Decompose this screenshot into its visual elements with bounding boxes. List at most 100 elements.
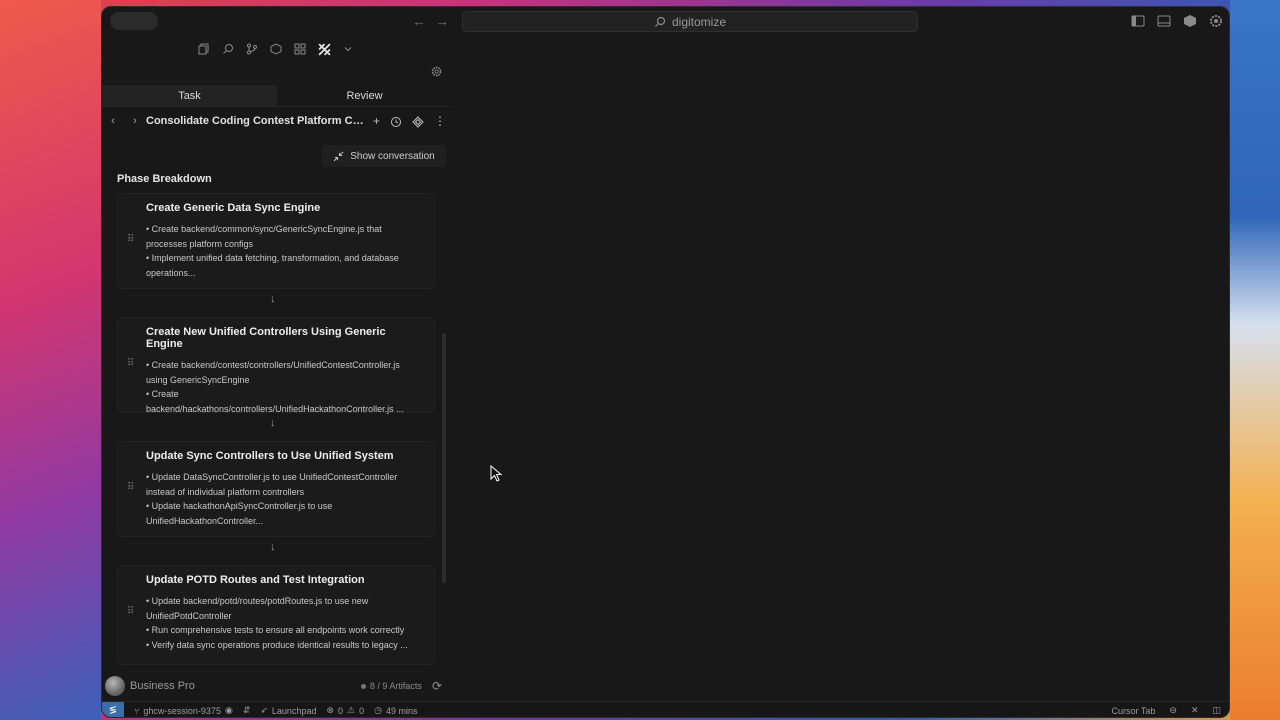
tab-review[interactable]: Review <box>277 85 452 106</box>
warning-count: 0 <box>359 705 365 716</box>
panel-footer: Business Pro 8 / 9 Artifacts ⟳ <box>102 675 452 697</box>
down-arrow-icon: ↓ <box>270 417 276 429</box>
phase-title: Update POTD Routes and Test Integration <box>146 574 365 586</box>
toggle-panel-icon[interactable] <box>1156 13 1172 29</box>
phase-line: UnifiedPotdController <box>146 610 232 621</box>
drag-handle-icon[interactable]: ⠿ <box>127 606 134 617</box>
task-header-tools: + ⋮ <box>373 114 452 128</box>
phase-line: operations... <box>146 267 196 278</box>
phase-title: Create New Unified Controllers Using Gen… <box>146 326 386 350</box>
phase-line: UnifiedHackathonController... <box>146 515 264 526</box>
back-arrow-icon[interactable]: ← <box>410 12 428 30</box>
fingerprint-icon[interactable] <box>412 116 424 128</box>
search-icon[interactable] <box>220 41 236 57</box>
show-conversation-label: Show conversation <box>350 150 435 162</box>
history-icon[interactable] <box>390 116 402 128</box>
sync-icon[interactable]: ⇵ <box>243 705 251 716</box>
title-bar: ← → digitomize <box>102 7 1229 35</box>
agent-logo-icon[interactable] <box>316 41 332 57</box>
agent-panel: Task Review ‹ › Consolidate Coding Conte… <box>102 35 453 669</box>
launchpad-label: Launchpad <box>271 705 317 716</box>
drag-handle-icon[interactable]: ⠿ <box>127 234 134 245</box>
phase-line: • Create <box>146 389 179 399</box>
chevron-down-icon[interactable] <box>340 41 356 57</box>
phase-card[interactable]: ⠿ Update Sync Controllers to Use Unified… <box>117 441 435 537</box>
rocket-icon: ➶ <box>260 705 268 715</box>
phase-line: • Create backend/common/sync/GenericSync… <box>146 224 382 234</box>
task-title: Consolidate Coding Contest Platform Cont… <box>146 115 373 127</box>
desktop-wallpaper-right <box>1230 0 1280 720</box>
source-control-icon[interactable] <box>244 41 260 57</box>
panel-settings-icon[interactable] <box>430 65 443 83</box>
phase-line: • Run comprehensive tests to ensure all … <box>146 625 405 635</box>
extensions-icon[interactable] <box>268 41 284 57</box>
error-count: 0 <box>338 705 344 716</box>
command-search-box[interactable]: digitomize <box>462 11 918 32</box>
zoom-icon[interactable]: ⊖ <box>1169 705 1177 716</box>
branch-icon: ⑂ <box>134 705 140 716</box>
agent-status-icon[interactable]: ✕ <box>1191 705 1199 716</box>
collapse-arrows-icon <box>333 151 344 161</box>
error-icon: ⊗ <box>326 705 334 715</box>
problems-indicator[interactable]: ⊗ 0 ⚠ 0 <box>326 705 364 716</box>
phase-line: • Update backend/potd/routes/potdRoutes.… <box>146 596 369 606</box>
launchpad-button[interactable]: ➶ Launchpad <box>260 705 316 716</box>
layout-controls <box>1130 13 1224 29</box>
search-icon <box>655 16 666 27</box>
notifications-icon[interactable]: ◫ <box>1212 705 1221 716</box>
phase-breakdown-heading: Phase Breakdown <box>117 173 212 185</box>
artifacts-counter[interactable]: 8 / 9 Artifacts <box>360 681 422 691</box>
status-dot-icon <box>360 683 366 689</box>
phase-line: instead of individual platform controlle… <box>146 486 305 497</box>
refresh-icon[interactable]: ⟳ <box>432 679 442 693</box>
eye-icon[interactable]: ◉ <box>225 705 233 716</box>
drag-handle-icon[interactable]: ⠿ <box>127 358 134 369</box>
desktop-wallpaper-left <box>0 0 101 720</box>
warning-icon: ⚠ <box>347 705 356 715</box>
time-tracker[interactable]: ◷ 49 mins <box>374 705 417 716</box>
cursor-tab-label[interactable]: Cursor Tab <box>1112 706 1156 716</box>
phase-line: • Verify data sync operations produce id… <box>146 639 408 650</box>
mouse-cursor-icon <box>490 465 503 482</box>
phase-line: • Update DataSyncController.js to use Un… <box>146 472 398 482</box>
phase-card[interactable]: ⠿ Create Generic Data Sync Engine • Crea… <box>117 193 435 289</box>
phase-line: backend/hackathons/controllers/UnifiedHa… <box>146 403 404 414</box>
window-controls[interactable] <box>110 12 158 30</box>
next-task-chevron-icon[interactable]: › <box>124 115 146 127</box>
grid-icon[interactable] <box>292 41 308 57</box>
cube-icon[interactable] <box>1182 13 1198 29</box>
avatar[interactable] <box>105 676 125 696</box>
more-options-icon[interactable]: ⋮ <box>434 114 446 128</box>
phase-title: Create Generic Data Sync Engine <box>146 202 321 214</box>
branch-indicator[interactable]: ⑂ ghcw-session-9375 ◉ <box>134 705 233 716</box>
artifacts-label: 8 / 9 Artifacts <box>369 681 422 691</box>
phase-line: processes platform configs <box>146 238 254 249</box>
previous-task-chevron-icon[interactable]: ‹ <box>102 115 124 127</box>
phase-card[interactable]: ⠿ Create New Unified Controllers Using G… <box>117 317 435 414</box>
forward-arrow-icon[interactable]: → <box>433 12 451 30</box>
drag-handle-icon[interactable]: ⠿ <box>127 482 134 493</box>
toggle-sidebar-icon[interactable] <box>1130 13 1146 29</box>
tab-task[interactable]: Task <box>102 85 277 106</box>
phase-line: using GenericSyncEngine <box>146 374 250 385</box>
task-header: ‹ › Consolidate Coding Contest Platform … <box>102 111 452 131</box>
remote-connection-icon[interactable]: ≶ <box>102 701 124 717</box>
clock-icon: ◷ <box>374 705 382 715</box>
status-bar: ≶ ⑂ ghcw-session-9375 ◉ ⇵ ➶ Launchpad ⊗ … <box>102 701 1229 717</box>
phase-line: • Create backend/contest/controllers/Uni… <box>146 360 400 370</box>
content-scrollbar[interactable] <box>442 333 446 583</box>
task-content: Show conversation Phase Breakdown ⠿ Crea… <box>102 143 452 669</box>
settings-gear-icon[interactable] <box>1208 13 1224 29</box>
plan-label: Business Pro <box>130 680 195 692</box>
editor-window: ← → digitomize Task Review ‹ › Consolida… <box>101 6 1230 718</box>
phase-line: • Implement unified data fetching, trans… <box>146 253 399 263</box>
plus-icon[interactable]: + <box>373 114 380 128</box>
show-conversation-button[interactable]: Show conversation <box>322 145 446 167</box>
panel-tabs: Task Review <box>102 85 452 107</box>
search-text: digitomize <box>671 14 727 29</box>
copy-files-icon[interactable] <box>196 41 212 57</box>
activity-toolbar <box>196 41 356 57</box>
branch-name: ghcw-session-9375 <box>143 705 221 716</box>
down-arrow-icon: ↓ <box>270 293 276 305</box>
phase-card[interactable]: ⠿ Update POTD Routes and Test Integratio… <box>117 565 435 665</box>
